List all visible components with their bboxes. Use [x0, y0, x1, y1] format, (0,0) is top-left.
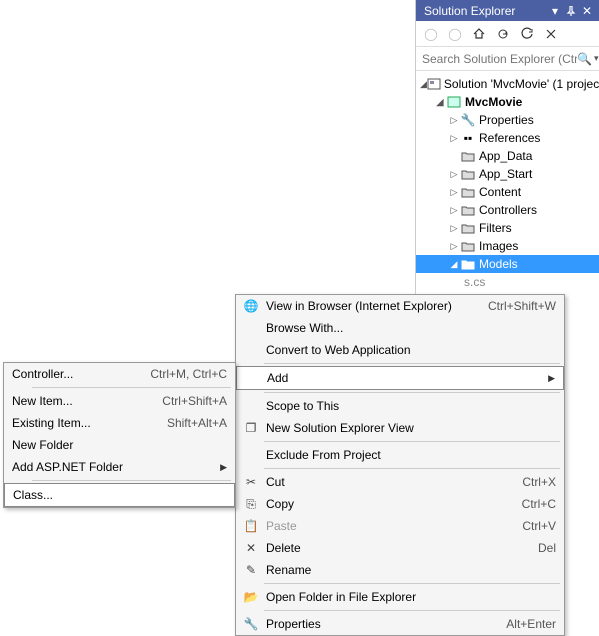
delete-icon: ✕ [240, 541, 262, 555]
project-node[interactable]: ◢ MvcMovie [416, 93, 599, 111]
tree-item-images[interactable]: ▷Images [416, 237, 599, 255]
folder-icon [460, 185, 476, 199]
folder-icon [460, 257, 476, 271]
dropdown-icon[interactable]: ▾ [547, 3, 563, 19]
menu-separator [264, 392, 560, 393]
folder-icon [460, 239, 476, 253]
tree-item-appstart[interactable]: ▷App_Start [416, 165, 599, 183]
menu-convert-web[interactable]: Convert to Web Application [236, 339, 564, 361]
project-label: MvcMovie [465, 95, 522, 109]
menu-asp-folder[interactable]: Add ASP.NET Folder▶ [4, 456, 235, 478]
pin-icon[interactable] [563, 3, 579, 19]
solution-node[interactable]: ◢ Solution 'MvcMovie' (1 project) [416, 75, 599, 93]
menu-controller[interactable]: Controller...Ctrl+M, Ctrl+C [4, 363, 235, 385]
panel-title: Solution Explorer [424, 4, 547, 18]
sync-icon[interactable] [494, 25, 512, 43]
folder-icon [460, 167, 476, 181]
menu-paste[interactable]: 📋PasteCtrl+V [236, 515, 564, 537]
solution-icon [427, 77, 441, 91]
menu-open-folder[interactable]: 📂Open Folder in File Explorer [236, 586, 564, 608]
context-menu-add: Controller...Ctrl+M, Ctrl+C New Item...C… [3, 362, 236, 508]
search-dropdown-icon[interactable]: ▾ [594, 53, 599, 64]
cut-icon: ✂ [240, 475, 262, 489]
open-folder-icon: 📂 [240, 590, 262, 604]
submenu-arrow-icon: ▶ [215, 462, 227, 473]
folder-icon [460, 203, 476, 217]
tree-item-references[interactable]: ▷▪▪References [416, 129, 599, 147]
panel-toolbar: ◯ ◯ [416, 21, 599, 47]
folder-icon [460, 149, 476, 163]
context-menu-main: 🌐View in Browser (Internet Explorer)Ctrl… [235, 294, 565, 636]
search-input[interactable] [422, 52, 577, 66]
copy-icon: ⎘ [240, 497, 262, 512]
browser-icon: 🌐 [240, 299, 262, 313]
wrench-icon: 🔧 [460, 113, 476, 127]
menu-cut[interactable]: ✂CutCtrl+X [236, 471, 564, 493]
menu-delete[interactable]: ✕DeleteDel [236, 537, 564, 559]
menu-separator [32, 387, 231, 388]
menu-existing-item[interactable]: Existing Item...Shift+Alt+A [4, 412, 235, 434]
menu-new-item[interactable]: New Item...Ctrl+Shift+A [4, 390, 235, 412]
rename-icon: ✎ [240, 563, 262, 577]
window-icon: ❐ [240, 421, 262, 435]
menu-scope[interactable]: Scope to This [236, 395, 564, 417]
menu-separator [32, 480, 231, 481]
menu-exclude[interactable]: Exclude From Project [236, 444, 564, 466]
home-icon[interactable] [470, 25, 488, 43]
tree-item-models[interactable]: ◢Models [416, 255, 599, 273]
menu-class[interactable]: Class... [4, 483, 235, 507]
search-box[interactable]: 🔍 ▾ [416, 47, 599, 71]
search-icon[interactable]: 🔍 [577, 52, 592, 66]
menu-separator [264, 363, 560, 364]
menu-properties[interactable]: 🔧PropertiesAlt+Enter [236, 613, 564, 635]
refresh-icon[interactable] [518, 25, 536, 43]
tree-item-content[interactable]: ▷Content [416, 183, 599, 201]
solution-label: Solution 'MvcMovie' (1 project) [444, 77, 599, 91]
menu-rename[interactable]: ✎Rename [236, 559, 564, 581]
tree-item-controllers[interactable]: ▷Controllers [416, 201, 599, 219]
back-icon[interactable]: ◯ [422, 25, 440, 43]
menu-separator [264, 468, 560, 469]
properties-icon: 🔧 [240, 617, 262, 631]
menu-separator [264, 583, 560, 584]
panel-header: Solution Explorer ▾ ✕ [416, 0, 599, 21]
folder-icon [460, 221, 476, 235]
tree-item-filters[interactable]: ▷Filters [416, 219, 599, 237]
submenu-arrow-icon: ▶ [543, 373, 555, 384]
forward-icon[interactable]: ◯ [446, 25, 464, 43]
project-icon [446, 95, 462, 109]
menu-browse-with[interactable]: Browse With... [236, 317, 564, 339]
references-icon: ▪▪ [460, 131, 476, 145]
menu-separator [264, 441, 560, 442]
tree-item-properties[interactable]: ▷🔧Properties [416, 111, 599, 129]
menu-separator [264, 610, 560, 611]
menu-add[interactable]: Add▶ [236, 366, 564, 390]
collapse-icon[interactable] [542, 25, 560, 43]
menu-new-folder[interactable]: New Folder [4, 434, 235, 456]
menu-new-view[interactable]: ❐New Solution Explorer View [236, 417, 564, 439]
ghost-item: s.cs [416, 273, 599, 291]
tree-item-appdata[interactable]: ▷App_Data [416, 147, 599, 165]
close-icon[interactable]: ✕ [579, 3, 595, 19]
paste-icon: 📋 [240, 519, 262, 533]
menu-copy[interactable]: ⎘CopyCtrl+C [236, 493, 564, 515]
menu-view-browser[interactable]: 🌐View in Browser (Internet Explorer)Ctrl… [236, 295, 564, 317]
